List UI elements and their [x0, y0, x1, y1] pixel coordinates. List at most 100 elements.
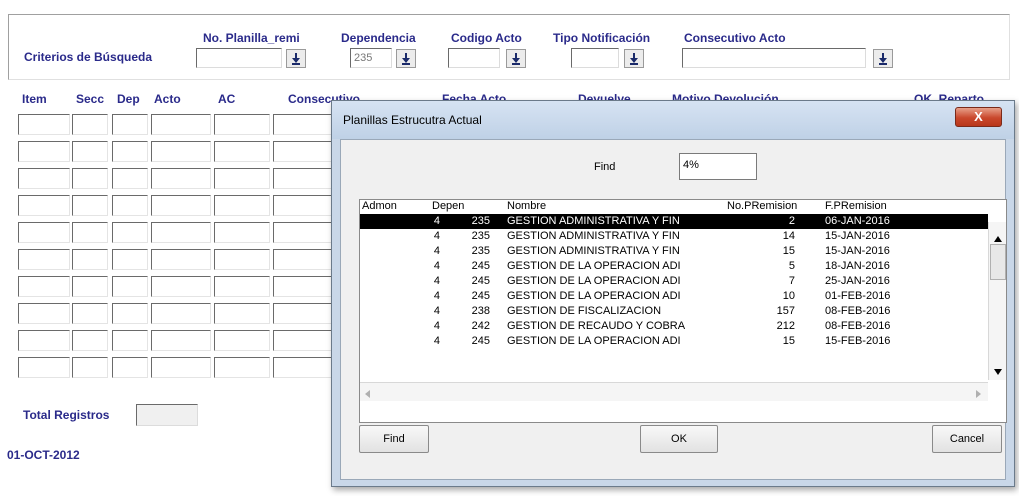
grid-cell[interactable]: [112, 168, 148, 189]
grid-cell[interactable]: [18, 303, 70, 324]
grid-cell[interactable]: [151, 303, 211, 324]
grid-cell[interactable]: [18, 249, 70, 270]
scroll-down-icon[interactable]: [994, 364, 1002, 378]
cell-nombre: GESTION DE RECAUDO Y COBRA: [507, 320, 686, 332]
grid-cell[interactable]: [214, 222, 270, 243]
grid-cell[interactable]: [151, 357, 211, 378]
cell-depen: 245: [471, 260, 490, 272]
grid-cell[interactable]: [112, 330, 148, 351]
grid-cell[interactable]: [214, 114, 270, 135]
grid-cell[interactable]: [151, 195, 211, 216]
grid-cell[interactable]: [18, 330, 70, 351]
grid-cell[interactable]: [151, 168, 211, 189]
grid-cell[interactable]: [273, 357, 333, 378]
grid-cell[interactable]: [151, 330, 211, 351]
dependencia-dropdown-button[interactable]: [396, 49, 416, 68]
grid-cell[interactable]: [151, 249, 211, 270]
list-row[interactable]: 4 238 GESTION DE FISCALIZACION 157 08-FEB-20…: [360, 304, 988, 319]
list-row[interactable]: 4 245 GESTION DE LA OPERACION ADI 10 01-FEB-…: [360, 289, 988, 304]
grid-cell[interactable]: [112, 357, 148, 378]
grid-cell[interactable]: [151, 141, 211, 162]
grid-cell[interactable]: [112, 195, 148, 216]
find-input[interactable]: 4%: [679, 153, 757, 180]
grid-cell[interactable]: [273, 276, 333, 297]
grid-cell[interactable]: [18, 141, 70, 162]
grid-cell[interactable]: [72, 276, 108, 297]
no-planilla-dropdown-button[interactable]: [286, 49, 306, 68]
grid-cell[interactable]: [72, 357, 108, 378]
grid-cell[interactable]: [18, 195, 70, 216]
vertical-scrollbar[interactable]: [988, 222, 1006, 380]
list-row[interactable]: 4 235 GESTION ADMINISTRATIVA Y FIN 15 15-JAN…: [360, 244, 988, 259]
grid-cell[interactable]: [72, 141, 108, 162]
scroll-right-icon[interactable]: [976, 387, 981, 401]
grid-cell[interactable]: [273, 249, 333, 270]
scroll-up-icon[interactable]: [994, 231, 1002, 245]
grid-cell[interactable]: [151, 114, 211, 135]
grid-cell[interactable]: [214, 249, 270, 270]
grid-cell[interactable]: [273, 168, 333, 189]
grid-cell[interactable]: [18, 357, 70, 378]
grid-cell[interactable]: [112, 114, 148, 135]
arrow-down-icon: [879, 52, 887, 65]
grid-cell[interactable]: [112, 276, 148, 297]
grid-cell[interactable]: [112, 303, 148, 324]
dialog-title-bar[interactable]: Planillas Estrucutra Actual X: [332, 101, 1014, 139]
grid-cell[interactable]: [72, 114, 108, 135]
grid-cell[interactable]: [72, 303, 108, 324]
grid-cell[interactable]: [273, 141, 333, 162]
cancel-button[interactable]: Cancel: [932, 425, 1002, 453]
grid-cell[interactable]: [18, 276, 70, 297]
list-header-nombre: Nombre: [507, 200, 547, 212]
close-button[interactable]: X: [955, 107, 1002, 127]
grid-cell[interactable]: [214, 330, 270, 351]
grid-cell[interactable]: [273, 222, 333, 243]
grid-cell[interactable]: [72, 330, 108, 351]
grid-cell[interactable]: [18, 222, 70, 243]
grid-cell[interactable]: [273, 114, 333, 135]
consecutivo-acto-input[interactable]: [682, 48, 866, 68]
grid-cell[interactable]: [72, 168, 108, 189]
list-row[interactable]: 4 245 GESTION DE LA OPERACION ADI 5 18-JAN-2…: [360, 259, 988, 274]
grid-cell[interactable]: [273, 303, 333, 324]
horizontal-scrollbar[interactable]: [360, 382, 988, 401]
list-row[interactable]: 4 245 GESTION DE LA OPERACION ADI 15 15-FEB-…: [360, 334, 988, 349]
list-row[interactable]: 4 235 GESTION ADMINISTRATIVA Y FIN 14 15-JAN…: [360, 229, 988, 244]
grid-cell[interactable]: [112, 249, 148, 270]
grid-cell[interactable]: [214, 303, 270, 324]
grid-cell[interactable]: [214, 276, 270, 297]
grid-cell[interactable]: [112, 141, 148, 162]
grid-cell[interactable]: [72, 249, 108, 270]
grid-cell[interactable]: [151, 222, 211, 243]
grid-cell[interactable]: [72, 222, 108, 243]
grid-cell[interactable]: [214, 195, 270, 216]
consecutivo-acto-dropdown-button[interactable]: [873, 49, 893, 68]
list-row[interactable]: 4 235 GESTION ADMINISTRATIVA Y FIN 2 06-JAN-…: [360, 214, 988, 229]
codigo-acto-dropdown-button[interactable]: [506, 49, 526, 68]
scroll-left-icon[interactable]: [365, 387, 370, 401]
dependencia-input[interactable]: 235: [350, 48, 392, 68]
cell-nombre: GESTION DE LA OPERACION ADI: [507, 290, 681, 302]
no-planilla-input[interactable]: [196, 48, 282, 68]
list-row[interactable]: 4 242 GESTION DE RECAUDO Y COBRA 212 08-FEB-…: [360, 319, 988, 334]
grid-cell[interactable]: [72, 195, 108, 216]
list-row[interactable]: 4 245 GESTION DE LA OPERACION ADI 7 25-JAN-2…: [360, 274, 988, 289]
grid-cell[interactable]: [214, 357, 270, 378]
ok-button[interactable]: OK: [640, 425, 718, 453]
grid-cell[interactable]: [18, 168, 70, 189]
arrow-down-icon: [512, 52, 520, 65]
tipo-notificacion-input[interactable]: [571, 48, 619, 68]
scroll-thumb[interactable]: [990, 244, 1006, 280]
grid-cell[interactable]: [151, 276, 211, 297]
total-registros-field: [136, 404, 198, 426]
codigo-acto-input[interactable]: [448, 48, 500, 68]
grid-cell[interactable]: [273, 330, 333, 351]
cell-depen: 235: [471, 215, 490, 227]
grid-cell[interactable]: [18, 114, 70, 135]
grid-cell[interactable]: [214, 168, 270, 189]
grid-cell[interactable]: [112, 222, 148, 243]
grid-cell[interactable]: [214, 141, 270, 162]
find-button[interactable]: Find: [359, 425, 429, 453]
grid-cell[interactable]: [273, 195, 333, 216]
tipo-notificacion-dropdown-button[interactable]: [624, 49, 644, 68]
